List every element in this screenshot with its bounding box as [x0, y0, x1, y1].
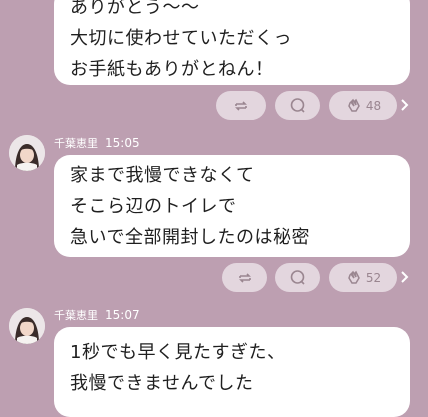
message-actions: 52	[0, 263, 428, 292]
chevron-right-icon	[401, 99, 409, 111]
message-actions: 48	[0, 91, 428, 120]
message-line: お手紙もありがとねん！	[70, 59, 274, 80]
reaction-count: 52	[365, 270, 382, 285]
clap-reaction-button[interactable]: 48	[329, 91, 397, 120]
sender-name: 千葉恵里	[54, 309, 98, 322]
message-header: 千葉恵里 15:05	[54, 135, 140, 151]
clap-reaction-button[interactable]: 52	[329, 263, 397, 292]
clap-icon	[348, 98, 360, 112]
repost-button[interactable]	[216, 91, 266, 120]
timestamp: 15:07	[105, 308, 140, 322]
repost-button[interactable]	[222, 263, 267, 292]
comment-bubble-icon	[290, 98, 305, 113]
message-line: 1秒でも早く見たすぎた、	[70, 342, 286, 363]
timestamp: 15:05	[105, 136, 140, 150]
chevron-right-icon	[401, 271, 409, 283]
more-chevron[interactable]	[399, 97, 409, 117]
message-bubble: 家まで我慢できなくて そこら辺のトイレで 急いで全部開封したのは秘密	[54, 155, 410, 257]
repost-icon	[235, 100, 247, 111]
message-line: 大切に使わせていただくっ	[70, 28, 292, 49]
message-line: 急いで全部開封したのは秘密	[70, 227, 310, 248]
comment-bubble-icon	[290, 270, 305, 285]
more-chevron[interactable]	[399, 269, 409, 289]
message-line: 家まで我慢できなくて	[70, 165, 255, 186]
message-bubble: ありがとう〜〜 大切に使わせていただくっ お手紙もありがとねん！	[54, 0, 410, 85]
clap-icon	[348, 270, 360, 284]
message-line: 我慢できませんでした	[70, 373, 254, 394]
avatar[interactable]	[9, 135, 45, 171]
comment-button[interactable]	[275, 91, 320, 120]
comment-button[interactable]	[275, 263, 320, 292]
message-line: ありがとう〜〜	[70, 0, 200, 18]
message-header: 千葉恵里 15:07	[54, 307, 140, 323]
repost-icon	[238, 272, 251, 283]
message-line: そこら辺のトイレで	[70, 196, 237, 217]
avatar[interactable]	[9, 308, 45, 344]
reaction-count: 48	[365, 98, 382, 113]
message-bubble: 1秒でも早く見たすぎた、 我慢できませんでした	[54, 327, 410, 417]
sender-name: 千葉恵里	[54, 137, 98, 150]
